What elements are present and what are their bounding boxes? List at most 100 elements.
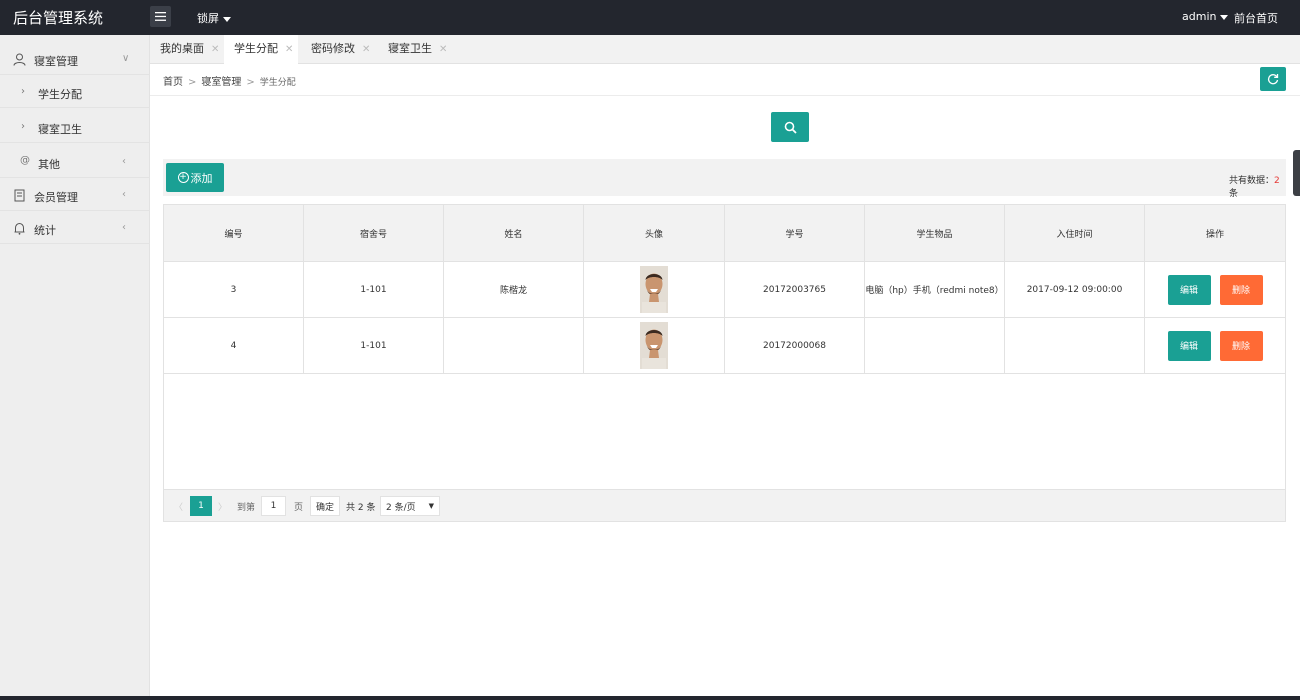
bell-icon (14, 222, 25, 235)
breadcrumb-home[interactable]: 首页 (163, 77, 183, 88)
chevron-left-icon: ‹ (122, 156, 126, 167)
column-header: 入住时间 (1005, 205, 1145, 261)
document-icon (14, 189, 25, 202)
front-page-link[interactable]: 前台首页 (1234, 10, 1278, 26)
column-header: 头像 (584, 205, 725, 261)
dropdown-arrow-icon: ▼ (428, 502, 434, 510)
table-row: 4 1-101 20172000068 编辑 删除 (164, 318, 1285, 374)
total-count-unit: 条 (1229, 189, 1239, 199)
close-icon[interactable]: ✕ (439, 44, 447, 55)
tab-my-desktop[interactable]: 我的桌面 ✕ (150, 35, 224, 64)
sidebar-item-statistics[interactable]: 统计 ‹ (0, 212, 150, 244)
user-menu[interactable]: admin (1182, 10, 1229, 23)
total-count-label: 共有数据： (1229, 176, 1275, 186)
tab-password-change[interactable]: 密码修改 ✕ (301, 35, 377, 64)
delete-button[interactable]: 删除 (1219, 274, 1263, 305)
delete-button[interactable]: 删除 (1219, 330, 1263, 361)
avatar (640, 266, 668, 313)
edit-button[interactable]: 编辑 (1167, 274, 1211, 305)
top-bar: 后台管理系统 锁屏 admin 前台首页 (0, 0, 1300, 35)
user-icon (13, 53, 26, 66)
cell-avatar (584, 318, 725, 373)
sidebar-item-member-management[interactable]: 会员管理 ‹ (0, 179, 150, 211)
page-number-current[interactable]: 1 (190, 496, 212, 516)
caret-down-icon (223, 16, 231, 22)
sidebar-item-label: 统计 (34, 224, 56, 237)
cell-avatar (584, 262, 725, 317)
column-header: 操作 (1205, 229, 1224, 240)
cell-dorm: 1-101 (304, 318, 444, 373)
cell-items: 电脑（hp）手机（redmi note8） (865, 262, 1005, 317)
goto-confirm-button[interactable]: 确定 (310, 496, 340, 516)
cell-checkin-time: 2017-09-12 09:00:00 (1005, 262, 1145, 317)
caret-down-icon (1220, 14, 1229, 20)
table-row: 3 1-101 陈楷龙 20172003765 电脑（hp）手机（redmi n… (164, 262, 1285, 318)
sidebar-item-other[interactable]: @ 其他 ‹ (0, 146, 150, 178)
cell-actions: 编辑 删除 (1145, 262, 1285, 317)
sidebar-item-label: 学生分配 (38, 88, 82, 101)
sidebar-item-label: 寝室卫生 (38, 123, 82, 136)
page-unit-label: 页 (294, 502, 304, 513)
breadcrumb-current: 学生分配 (259, 78, 296, 88)
cell-items (865, 318, 1005, 373)
column-header: 编号 (164, 205, 304, 261)
close-icon[interactable]: ✕ (211, 44, 219, 55)
sidebar-item-dorm-management[interactable]: 寝室管理 ∨ (0, 43, 150, 75)
chevron-right-icon: › (21, 86, 25, 97)
sidebar: 寝室管理 ∨ › 学生分配 › 寝室卫生 @ 其他 ‹ 会员管理 ‹ 统计 ‹ (0, 35, 150, 700)
chevron-left-icon: ‹ (122, 189, 126, 200)
total-records-label: 共 2 条 (346, 502, 376, 513)
breadcrumb: 首页 > 寝室管理 > 学生分配 (163, 73, 296, 88)
sidebar-item-student-allocation[interactable]: › 学生分配 (0, 76, 150, 108)
sidebar-item-label: 会员管理 (34, 191, 78, 204)
cell-name: 陈楷龙 (444, 262, 584, 317)
chevron-left-icon: ‹ (122, 222, 126, 233)
at-icon: @ (20, 155, 30, 166)
prev-page-button[interactable]: 〈 (174, 496, 183, 516)
add-button[interactable]: + 添加 (166, 163, 224, 192)
table-header: 编号 宿舍号 姓名 头像 学号 学生物品 入住时间 操作 (164, 205, 1285, 262)
chevron-down-icon: ∨ (122, 53, 130, 64)
page-size-select[interactable]: 2 条/页 ▼ (380, 496, 440, 516)
edit-button[interactable]: 编辑 (1167, 330, 1211, 361)
tab-student-allocation[interactable]: 学生分配 ✕ (224, 35, 298, 64)
menu-toggle-button[interactable] (150, 6, 171, 27)
refresh-button[interactable] (1260, 67, 1286, 91)
pagination: 〈 1 〉 到第 1 页 确定 共 2 条 2 条/页 ▼ (164, 489, 1285, 521)
column-header: 学号 (725, 205, 865, 261)
next-page-button[interactable]: 〉 (218, 496, 227, 516)
tab-label: 寝室卫生 (388, 42, 432, 55)
search-icon (784, 121, 797, 134)
sidebar-item-dorm-hygiene[interactable]: › 寝室卫生 (0, 111, 150, 143)
cell-id: 3 (164, 262, 304, 317)
app-logo[interactable]: 后台管理系统 (13, 7, 103, 28)
close-icon[interactable]: ✕ (285, 44, 293, 55)
breadcrumb-separator: > (246, 77, 255, 88)
breadcrumb-divider (150, 95, 1300, 96)
tab-label: 我的桌面 (160, 42, 204, 55)
search-button[interactable] (771, 112, 809, 142)
menu-icon (155, 12, 166, 21)
refresh-icon (1267, 74, 1279, 85)
side-drawer-handle[interactable] (1293, 150, 1300, 196)
total-count: 共有数据：2 条 (1229, 173, 1286, 199)
breadcrumb-section[interactable]: 寝室管理 (201, 77, 241, 88)
avatar (640, 322, 668, 369)
goto-page-input[interactable]: 1 (261, 496, 286, 516)
cell-name (444, 318, 584, 373)
sidebar-item-label: 其他 (38, 158, 60, 171)
add-button-label: 添加 (190, 171, 213, 185)
cell-id: 4 (164, 318, 304, 373)
page-size-value: 2 条/页 (386, 502, 416, 513)
cell-checkin-time (1005, 318, 1145, 373)
bottom-bar (0, 696, 1300, 700)
cell-student-number: 20172003765 (725, 262, 865, 317)
total-count-value: 2 (1274, 176, 1280, 186)
column-header: 姓名 (444, 205, 584, 261)
cell-student-number: 20172000068 (725, 318, 865, 373)
tab-label: 学生分配 (234, 42, 278, 55)
data-table: 编号 宿舍号 姓名 头像 学号 学生物品 入住时间 操作 3 1-101 陈楷龙… (163, 204, 1286, 522)
close-icon[interactable]: ✕ (362, 44, 370, 55)
lock-screen-menu[interactable]: 锁屏 (197, 10, 231, 26)
tab-dorm-hygiene[interactable]: 寝室卫生 ✕ (378, 35, 454, 64)
